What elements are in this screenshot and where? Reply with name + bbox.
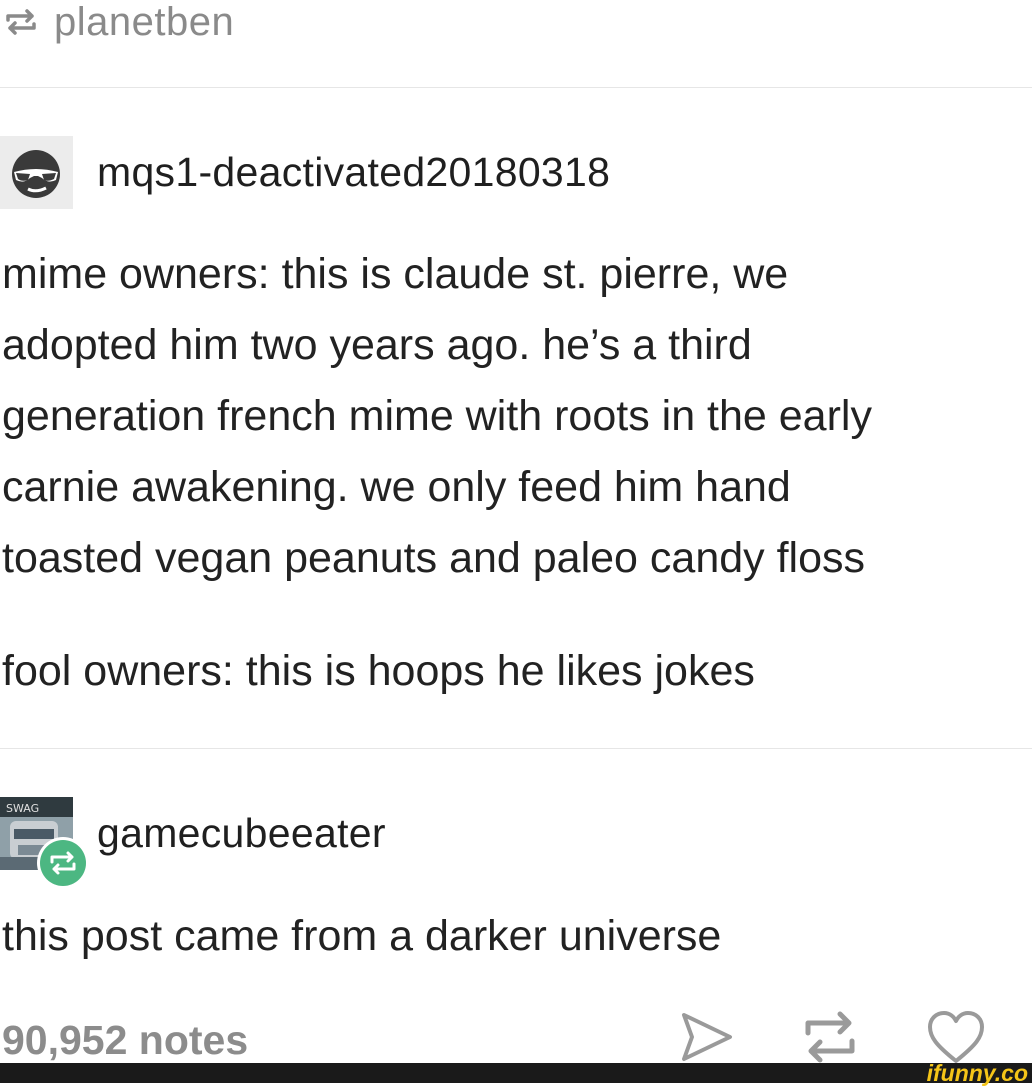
text-line: fool owners: this is hoops he likes joke…	[2, 647, 755, 695]
post-body-second: fool owners: this is hoops he likes joke…	[2, 636, 755, 707]
text-line: mime owners: this is claude st. pierre, …	[2, 250, 789, 298]
divider	[0, 87, 1032, 88]
text-line: this post came from a darker universe	[2, 912, 722, 960]
robot-avatar[interactable]: SWAG	[0, 797, 89, 889]
reblog-author[interactable]: SWAG gamecubeeater	[0, 797, 386, 889]
divider	[0, 748, 1032, 749]
heart-icon[interactable]	[926, 1009, 986, 1065]
text-line: adopted him two years ago. he’s a third	[2, 321, 752, 369]
username[interactable]: gamecubeeater	[97, 810, 386, 857]
post-footer: 90,952 notes	[0, 1005, 1032, 1065]
text-line: generation french mime with roots in the…	[2, 392, 872, 440]
reblog-comment: this post came from a darker universe	[2, 901, 721, 972]
svg-text:SWAG: SWAG	[6, 802, 39, 815]
reblog-icon[interactable]	[800, 1009, 860, 1065]
reblog-icon	[6, 9, 36, 35]
sunglasses-face-icon[interactable]	[0, 136, 73, 209]
text-line: toasted vegan peanuts and paleo candy fl…	[2, 534, 866, 582]
share-icon[interactable]	[678, 1009, 736, 1065]
text-line: carnie awakening. we only feed him hand	[2, 463, 791, 511]
reblog-header: planetben	[2, 0, 234, 52]
post-body: mime owners: this is claude st. pierre, …	[2, 239, 872, 594]
notes-count[interactable]: 90,952 notes	[2, 1017, 248, 1064]
username[interactable]: mqs1-deactivated20180318	[97, 149, 610, 196]
post-author[interactable]: mqs1-deactivated20180318	[0, 136, 610, 209]
reblog-badge-icon	[37, 837, 89, 889]
reblogger-name[interactable]: planetben	[54, 0, 234, 45]
watermark-bar: ifunny.co	[0, 1060, 1032, 1086]
